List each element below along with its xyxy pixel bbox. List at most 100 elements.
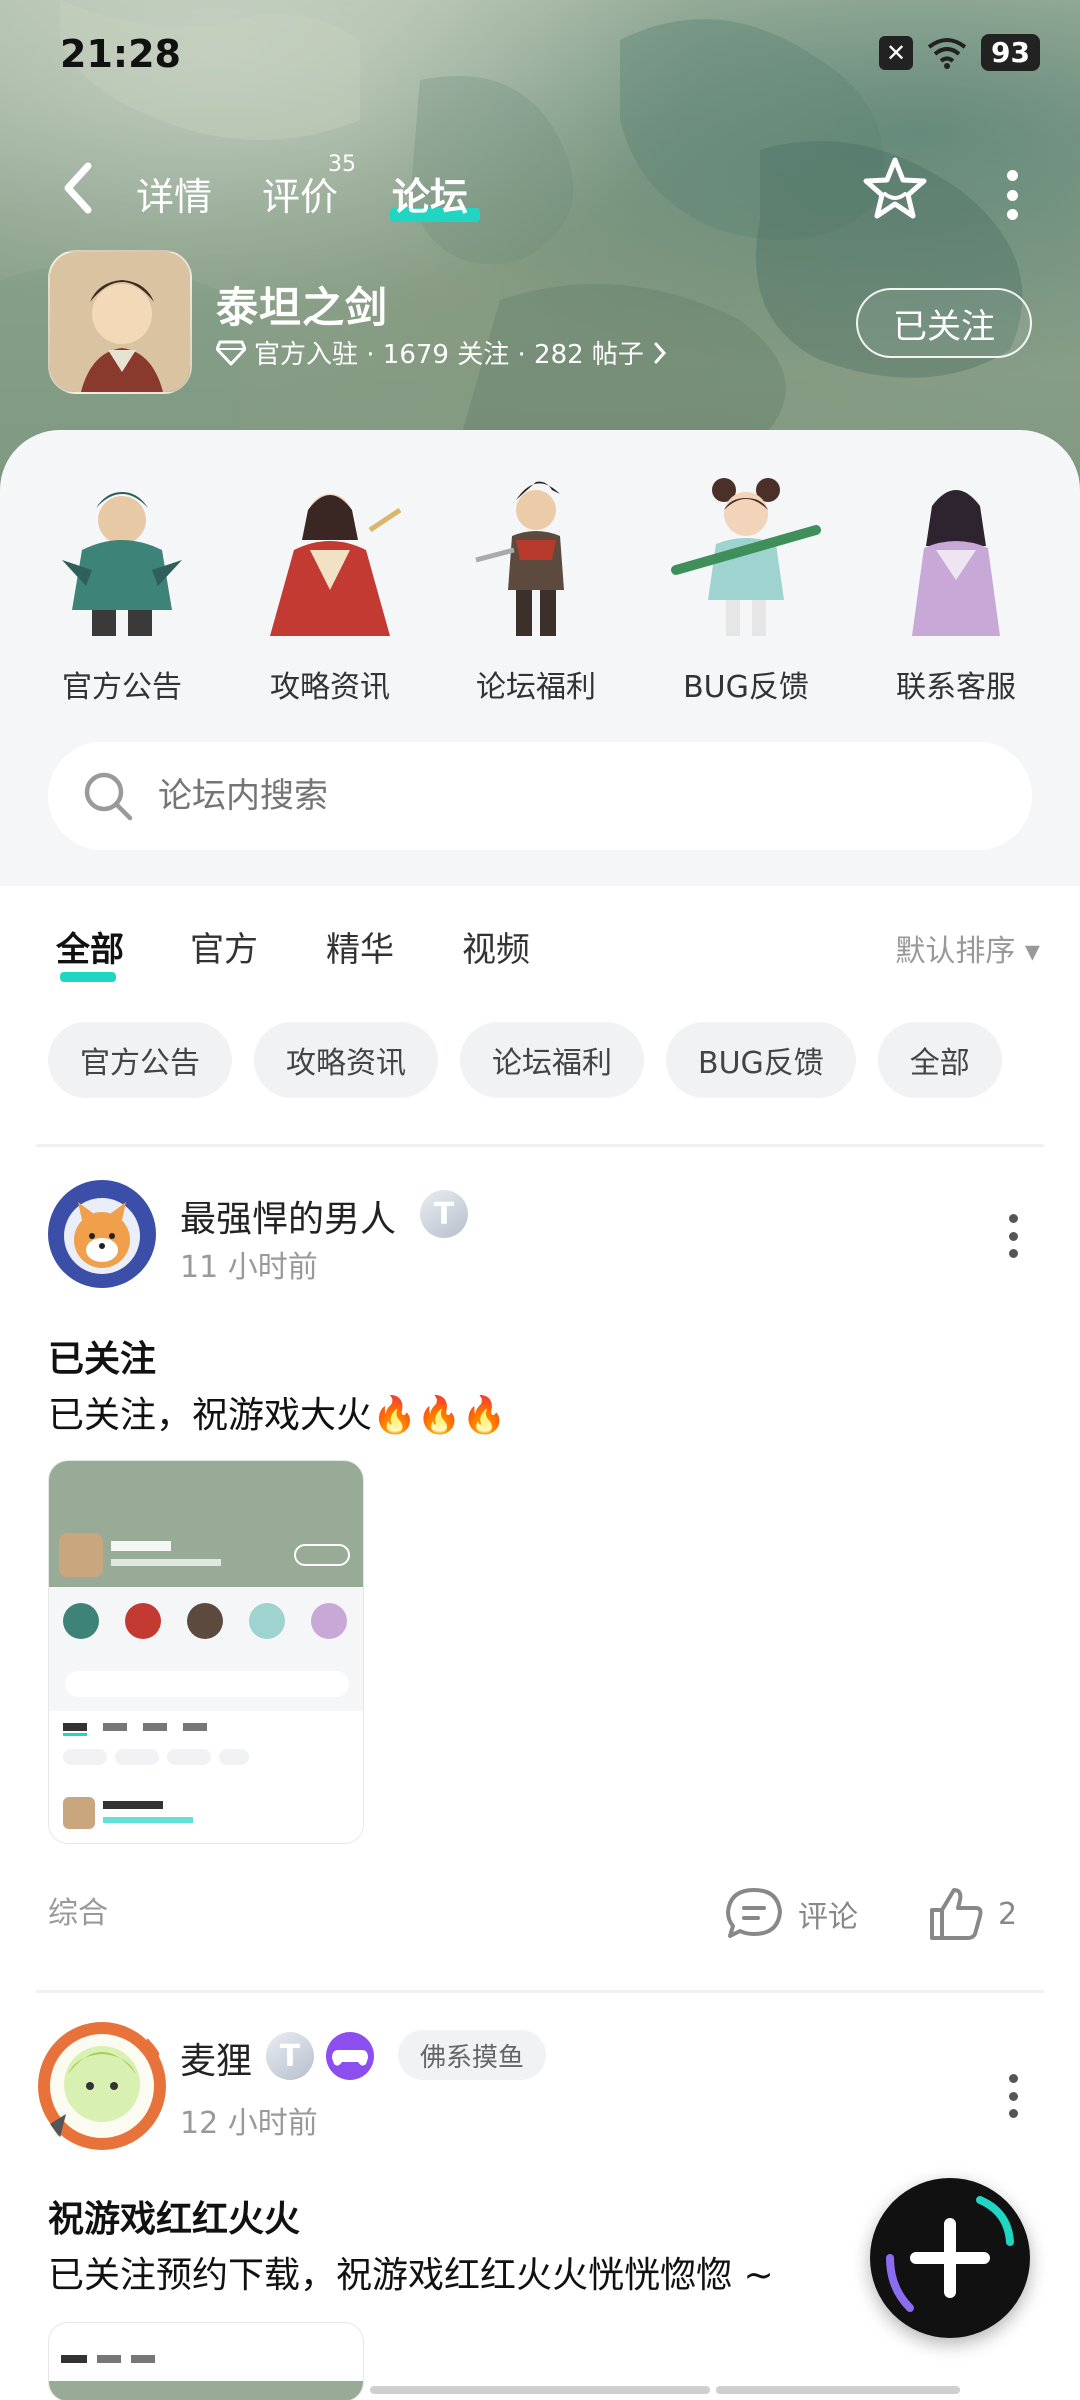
category-welfare[interactable]: 论坛福利 — [446, 470, 626, 706]
category-official-notice[interactable]: 官方公告 — [32, 470, 212, 706]
game-avatar-art — [50, 252, 190, 392]
level-badge-icon: T — [420, 1190, 468, 1238]
status-bar: 21:28 ✕ 93 — [60, 28, 1040, 88]
post-more-button[interactable] — [1006, 1214, 1020, 1258]
level-badge-icon: T — [266, 2032, 314, 2080]
character-girl-staff-icon — [671, 478, 821, 636]
back-button[interactable] — [60, 158, 110, 218]
notification-x-icon: ✕ — [879, 35, 914, 70]
game-icon[interactable] — [48, 250, 192, 394]
star-icon — [863, 157, 927, 219]
wifi-icon — [927, 37, 967, 69]
search-icon — [84, 772, 133, 821]
user-group-tag: 佛系摸鱼 — [398, 2030, 547, 2080]
thumbs-up-icon — [930, 1888, 983, 1940]
tab-review[interactable]: 评价 — [262, 166, 338, 221]
category-label: 攻略资讯 — [270, 670, 390, 705]
chip-all[interactable]: 全部 — [877, 1022, 1002, 1098]
game-meta[interactable]: 官方入驻 · 1679 关注 · 282 帖子 — [216, 334, 668, 371]
follow-button[interactable]: 已关注 — [856, 288, 1032, 358]
category-label: BUG反馈 — [683, 670, 809, 705]
post-card[interactable]: 最强悍的男人 T 11 小时前 已关注 已关注，祝游戏大火🔥🔥🔥 综合 — [0, 1180, 1080, 1931]
category-label: 联系客服 — [896, 670, 1016, 705]
comment-label: 评论 — [798, 1900, 858, 1935]
divider — [36, 1144, 1044, 1147]
sort-dropdown[interactable]: 默认排序 ▾ — [895, 926, 1040, 970]
post-time: 11 小时前 — [180, 1250, 318, 1285]
post-image[interactable] — [48, 1460, 364, 1844]
game-info: 泰坦之剑 官方入驻 · 1679 关注 · 282 帖子 已关注 — [48, 250, 1032, 400]
like-button[interactable]: 2 — [928, 1886, 1017, 1942]
post-title: 祝游戏红红火火 — [48, 2199, 301, 2240]
like-count: 2 — [998, 1896, 1018, 1932]
favorite-button[interactable] — [860, 154, 930, 224]
screenshot-thumbnail — [49, 2323, 363, 2400]
more-options-button[interactable] — [1002, 170, 1022, 220]
post-title: 已关注 — [48, 1339, 157, 1380]
tab-detail[interactable]: 详情 — [136, 166, 212, 221]
character-swordsman-icon — [475, 481, 564, 636]
create-post-button[interactable] — [870, 2178, 1030, 2338]
dot-icon — [1008, 2109, 1018, 2118]
chevron-right-icon — [654, 342, 666, 363]
filter-tab-video[interactable]: 视频 — [462, 922, 530, 971]
dot-icon — [1006, 189, 1018, 201]
chip-official-notice[interactable]: 官方公告 — [48, 1022, 232, 1098]
game-meta-text: 官方入驻 · 1679 关注 · 282 帖子 — [254, 340, 644, 370]
post-list-section: 全部 官方 精华 视频 默认排序 ▾ 官方公告 攻略资讯 论坛福利 BUG反馈 … — [0, 886, 1080, 2400]
review-count-badge: 35 — [328, 152, 356, 177]
category-label: 官方公告 — [62, 670, 182, 705]
filter-tab-official[interactable]: 官方 — [190, 922, 258, 971]
scroll-indicator — [716, 2386, 960, 2394]
chip-row: 官方公告 攻略资讯 论坛福利 BUG反馈 全部 — [48, 1022, 1040, 1098]
filter-tab-indicator — [60, 972, 116, 982]
user-avatar-image — [38, 2022, 166, 2150]
category-guides[interactable]: 攻略资讯 — [240, 470, 420, 706]
status-time: 21:28 — [60, 32, 181, 76]
post-username[interactable]: 最强悍的男人 — [180, 1190, 396, 1242]
avatar[interactable] — [36, 2020, 168, 2152]
category-bug-report[interactable]: BUG反馈 — [656, 470, 836, 706]
divider — [36, 1990, 1044, 1993]
filter-tab-all[interactable]: 全部 — [56, 922, 124, 971]
chip-guides[interactable]: 攻略资讯 — [254, 1022, 438, 1098]
filter-tab-featured[interactable]: 精华 — [326, 922, 394, 971]
dot-icon — [1008, 1249, 1018, 1258]
category-label: 论坛福利 — [476, 670, 596, 705]
chip-welfare[interactable]: 论坛福利 — [460, 1022, 644, 1098]
tab-forum[interactable]: 论坛 — [392, 166, 468, 221]
top-nav: 详情 评价 35 论坛 — [60, 150, 1040, 230]
post-category-tag[interactable]: 综合 — [48, 1888, 108, 1932]
dot-icon — [1006, 170, 1018, 181]
category-customer-service[interactable]: 联系客服 — [866, 470, 1046, 706]
post-body: 已关注，祝游戏大火🔥🔥🔥 — [48, 1395, 507, 1436]
status-icons: ✕ 93 — [879, 34, 1040, 71]
chip-bug-report[interactable]: BUG反馈 — [666, 1022, 856, 1098]
dot-icon — [1008, 1231, 1018, 1241]
dot-icon — [1006, 209, 1018, 220]
dot-icon — [1008, 1214, 1018, 1223]
battery-indicator: 93 — [981, 34, 1040, 71]
game-title: 泰坦之剑 — [216, 283, 389, 332]
dot-icon — [1008, 2091, 1018, 2101]
search-input[interactable] — [158, 776, 858, 816]
comment-icon — [726, 1888, 782, 1938]
post-more-button[interactable] — [1006, 2074, 1020, 2118]
diamond-icon — [216, 340, 246, 365]
post-time: 12 小时前 — [180, 2106, 318, 2141]
filter-tabs: 全部 官方 精华 视频 默认排序 ▾ — [48, 922, 1040, 982]
post-body: 已关注预约下载，祝游戏红红火火恍恍惚惚 ~ — [48, 2255, 774, 2296]
dog-avatar-image — [48, 1180, 156, 1288]
post-username[interactable]: 麦狸 — [180, 2032, 252, 2084]
scroll-indicator — [370, 2386, 710, 2394]
screenshot-thumbnail — [49, 1461, 363, 1843]
gamepad-badge-icon — [326, 2032, 374, 2080]
category-row: 官方公告 攻略资讯 论坛福利 BUG反馈 联系客服 — [0, 470, 1080, 730]
comment-button[interactable]: 评论 — [724, 1886, 858, 1942]
chevron-left-icon — [64, 162, 92, 214]
forum-search-bar[interactable] — [48, 742, 1032, 850]
character-red-lady-icon — [270, 494, 402, 636]
avatar[interactable] — [48, 1180, 156, 1288]
character-green-warrior-icon — [62, 492, 182, 636]
post-image[interactable] — [48, 2322, 364, 2400]
